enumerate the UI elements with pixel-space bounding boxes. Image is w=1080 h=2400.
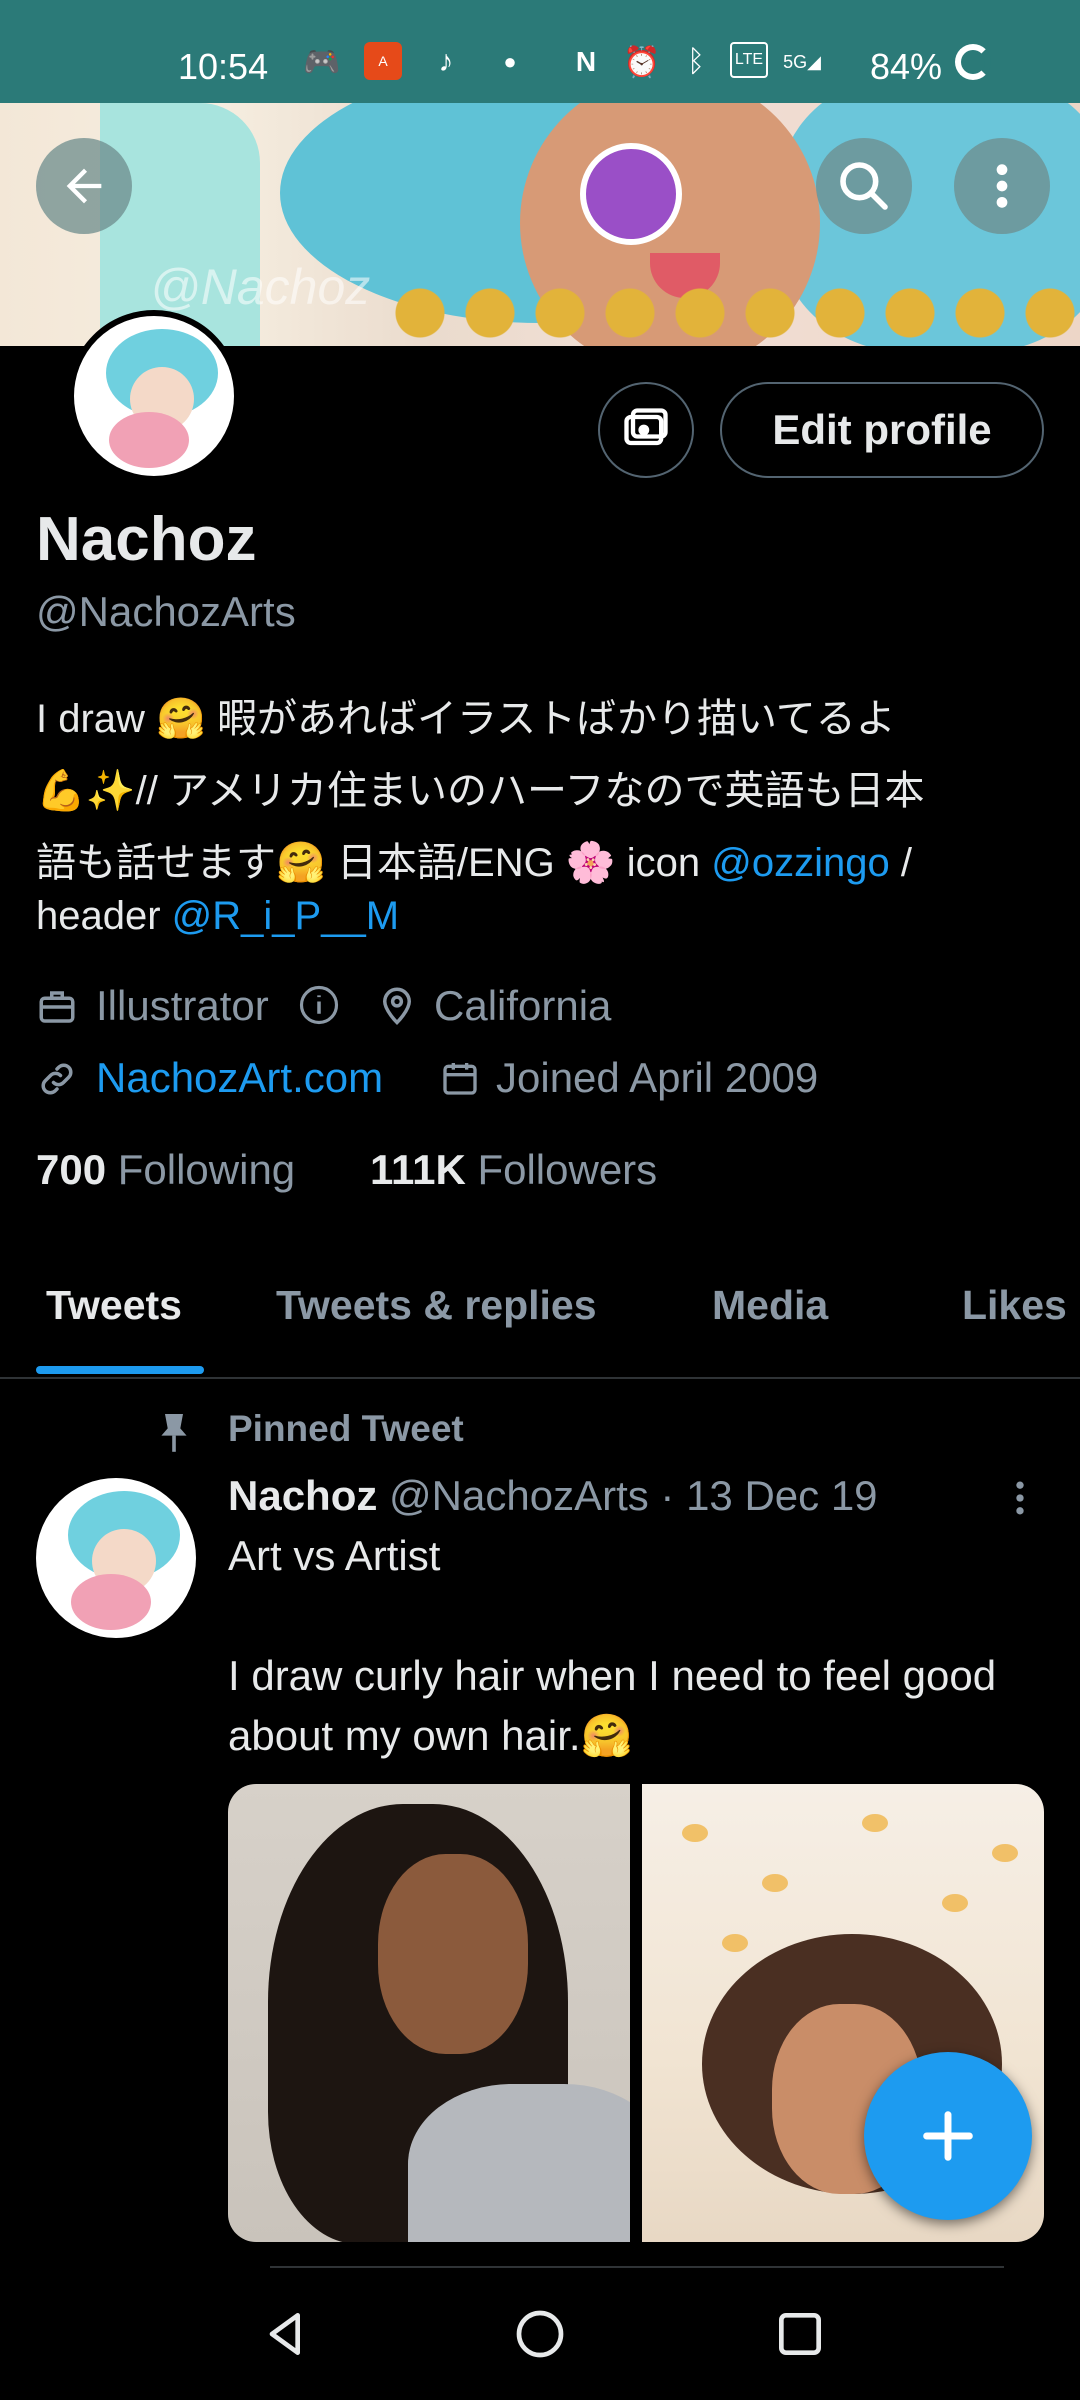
tweet-text: Art vs Artist [228,1532,441,1579]
bio-line: 💪✨// アメリカ住まいのハーフなので英語も日本 [36,769,925,813]
nav-recents-icon[interactable] [772,2306,828,2362]
search-button[interactable] [816,138,912,234]
search-icon [840,162,888,210]
bluetooth-icon: ᛒ [687,45,705,78]
active-tab-indicator [36,1366,204,1374]
tab-tweets-and-replies[interactable]: Tweets & replies [276,1282,597,1329]
banner-art [390,283,1080,343]
aliexpress-icon: A [364,42,402,80]
alarm-icon: ⏰ [623,45,661,79]
tab-likes[interactable]: Likes [962,1282,1067,1329]
camera-sync-icon [624,408,668,446]
calendar-icon [443,1063,477,1095]
back-button[interactable] [36,138,132,234]
info-icon[interactable] [298,984,340,1026]
edit-profile-label: Edit profile [772,406,992,453]
system-nav-bar [0,2268,1080,2400]
back-arrow-icon [66,168,102,204]
compose-tweet-button[interactable] [864,2052,1032,2220]
pinned-tweet-label: Pinned Tweet [228,1408,464,1449]
tweet-text: I draw curly hair when I need to feel go… [228,1652,997,1699]
signal-icon: 5G ◢ [783,51,821,72]
tweet-author-name[interactable]: Nachoz [228,1472,377,1519]
following-label: Following [117,1146,296,1193]
tweet-author-avatar[interactable] [36,1478,196,1638]
bio-mention-link[interactable]: @ozzingo [711,841,889,885]
more-vertical-icon [996,164,1008,208]
bio-mention-link[interactable]: @R_i_P__M [172,894,399,938]
bio-text: / [889,841,912,885]
banner-watermark: @Nachoz [150,259,371,315]
tweet-image-photo[interactable] [228,1784,630,2242]
bio-line: header @R_i_P__M [36,894,399,939]
pin-icon [161,1414,187,1452]
banner-art [580,143,682,245]
nfc-icon: N [575,46,597,77]
discord-icon: 🎮 [303,45,341,79]
tiktok-icon: ♪ [438,45,454,78]
volte-icon: LTE [730,42,768,78]
following-count: 700 [36,1146,107,1193]
followers-count-link[interactable]: 111K Followers [370,1146,657,1194]
bio-line: 語も話せます🤗 日本語/ENG 🌸 icon @ozzingo / [36,830,912,888]
location-pin-icon [382,987,412,1025]
briefcase-icon [39,991,75,1023]
tweet-author-handle: @NachozArts [389,1472,649,1519]
profile-name: Nachoz [36,505,257,574]
battery-level: 84% [870,46,943,87]
switch-account-button[interactable] [598,382,694,478]
nav-home-icon[interactable] [512,2306,568,2362]
profile-profession: Illustrator [96,982,269,1029]
followers-label: Followers [477,1146,658,1193]
followers-count: 111K [370,1146,466,1193]
status-bar: 10:54 🎮 A ♪ ● N ⏰ ᛒ LTE 5G ◢ 84% [0,0,1080,103]
bio-line: I draw 🤗 暇があればイラストばかり描いてるよ [36,697,896,741]
bio-text: header [36,894,172,938]
nav-back-icon[interactable] [258,2306,314,2362]
profile-handle: @NachozArts [36,588,296,635]
tweet-text: about my own hair.🤗 [228,1712,633,1759]
profile-joined-date: Joined April 2009 [496,1054,819,1101]
compose-plus-icon [923,2111,973,2161]
network-type: 5G [783,51,808,72]
profile-location: California [434,982,612,1029]
tweet-more-icon[interactable] [1000,1476,1040,1520]
link-icon [41,1063,73,1095]
edit-profile-button[interactable]: Edit profile [720,382,1044,478]
following-count-link[interactable]: 700 Following [36,1146,295,1194]
tweet-header: Nachoz @NachozArts · 13 Dec 19 [228,1472,878,1520]
dot-icon: ● [503,49,517,74]
battery-icon [955,44,991,80]
tab-divider [0,1377,1080,1379]
tab-media[interactable]: Media [712,1282,828,1329]
tweet-date: · 13 Dec 19 [660,1472,878,1519]
tab-tweets[interactable]: Tweets [46,1282,182,1329]
profile-avatar[interactable] [68,310,240,482]
profile-website-link[interactable]: NachozArt.com [96,1054,383,1102]
status-time: 10:54 [178,46,269,87]
bio-text: 語も話せます🤗 日本語/ENG 🌸 icon [36,841,712,885]
more-options-button[interactable] [954,138,1050,234]
